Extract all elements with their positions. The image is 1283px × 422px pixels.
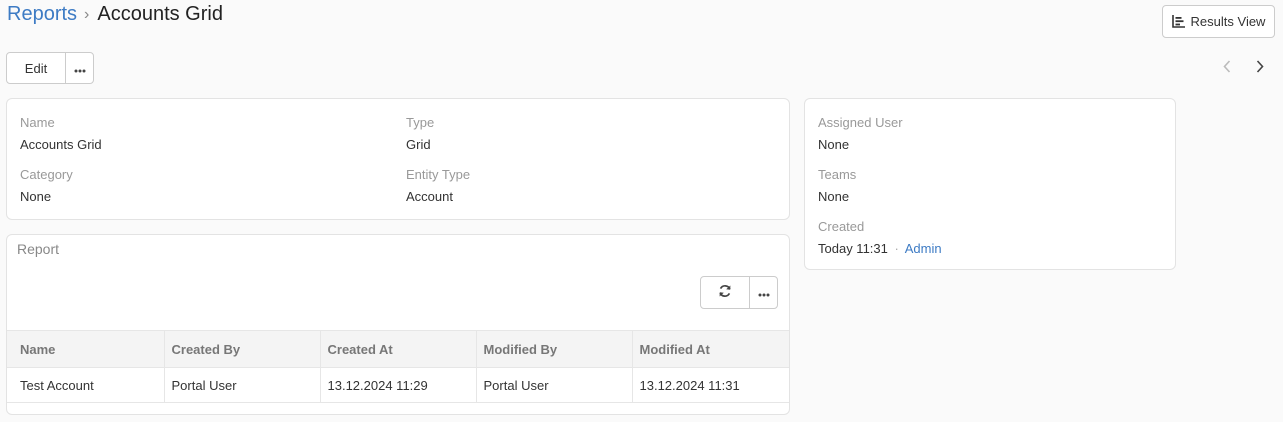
cell-modified-at: 13.12.2024 11:31 [631,367,789,403]
column-header-modified-at[interactable]: Modified At [631,330,789,368]
assigned-user-label: Assigned User [818,115,903,130]
name-value: Accounts Grid [20,137,102,152]
category-label: Category [20,167,73,182]
breadcrumb-separator: › [84,5,90,23]
type-label: Type [406,115,435,130]
breadcrumb: Reports › Accounts Grid [7,3,223,26]
teams-label: Teams [818,167,857,182]
entity-type-field: Entity Type Account [406,167,470,204]
teams-value: None [818,189,850,204]
cell-name: Test Account [7,367,164,403]
record-actions: Edit [6,52,94,84]
column-header-modified-by[interactable]: Modified By [475,330,632,368]
ellipsis-icon [758,285,770,300]
assigned-user-value: None [818,137,850,152]
assigned-user-field: Assigned User None [818,115,903,152]
table-row: Test Account Portal User 13.12.2024 11:2… [7,367,789,403]
cell-modified-by: Portal User [475,367,632,403]
category-field: Category None [20,167,73,204]
column-header-created-by[interactable]: Created By [163,330,320,368]
edit-button[interactable]: Edit [7,53,65,83]
ellipsis-icon [74,61,86,76]
column-header-name[interactable]: Name [7,330,164,368]
created-time: Today 11:31 [818,241,888,256]
entity-type-value: Account [406,189,453,204]
next-record-button[interactable] [1250,58,1270,78]
report-table: Name Created By Created At Modified By M… [7,330,789,403]
name-label: Name [20,115,55,130]
column-header-created-at[interactable]: Created At [319,330,476,368]
teams-field: Teams None [818,167,856,204]
name-field: Name Accounts Grid [20,115,102,152]
refresh-button[interactable] [701,277,749,308]
report-toolbar [700,276,778,309]
details-panel: Name Accounts Grid Type Grid Category No… [6,98,790,220]
type-value: Grid [406,137,431,152]
cell-created-by: Portal User [163,367,320,403]
side-panel: Assigned User None Teams None Created To… [804,98,1176,270]
category-value: None [20,189,52,204]
type-field: Type Grid [406,115,434,152]
more-actions-button[interactable] [65,53,93,83]
previous-record-button[interactable] [1217,58,1237,78]
created-value: Today 11:31 · Admin [818,241,942,256]
created-separator: · [894,241,899,256]
breadcrumb-reports-link[interactable]: Reports [7,3,77,26]
report-panel-title: Report [17,241,60,257]
chevron-left-icon [1223,60,1231,76]
refresh-icon [718,284,732,301]
report-panel: Report Name Created By Created At Modifi… [6,234,790,415]
results-view-label: Results View [1190,14,1266,29]
table-header-row: Name Created By Created At Modified By M… [7,330,789,368]
chevron-right-icon [1256,60,1264,76]
chart-icon [1171,15,1186,28]
page-title: Accounts Grid [97,3,223,25]
results-view-button[interactable]: Results View [1162,5,1275,38]
created-label: Created [818,219,865,234]
report-more-button[interactable] [749,277,777,308]
created-by-link[interactable]: Admin [905,241,942,256]
created-field: Created Today 11:31 · Admin [818,219,942,256]
cell-created-at: 13.12.2024 11:29 [319,367,476,403]
entity-type-label: Entity Type [406,167,471,182]
